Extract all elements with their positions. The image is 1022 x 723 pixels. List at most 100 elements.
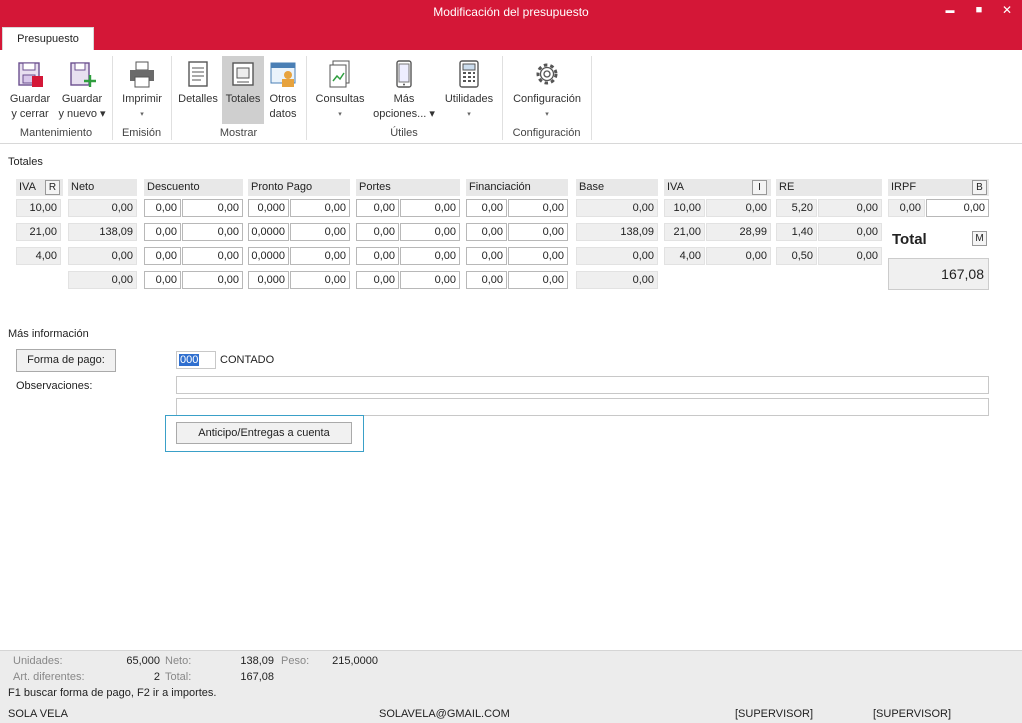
irpf-percent: 0,00 [888,199,925,217]
configuracion-label: Configuración [513,93,581,105]
mas-opciones-button[interactable]: Más opciones... ▾ [370,56,438,124]
financiacion-percent[interactable]: 0,00 [466,223,507,241]
sum-financiacion-value[interactable]: 0,00 [508,271,568,289]
descuento-value[interactable]: 0,00 [182,247,243,265]
sum-financiacion-percent[interactable]: 0,00 [466,271,507,289]
re-percent: 0,50 [776,247,817,265]
maximize-button[interactable]: ■ [969,1,989,19]
sum-descuento-percent[interactable]: 0,00 [144,271,181,289]
header-financiacion: Financiación [466,179,568,196]
re-percent: 5,20 [776,199,817,217]
observaciones-input-2[interactable] [176,398,989,416]
forma-pago-name: CONTADO [220,354,275,366]
portes-percent[interactable]: 0,00 [356,247,399,265]
mobile-icon [389,59,419,89]
group-utiles: Útiles [390,127,418,139]
irpf-value[interactable]: 0,00 [926,199,989,217]
group-configuracion: Configuración [512,127,581,139]
portes-value[interactable]: 0,00 [400,247,460,265]
re-value: 0,00 [818,223,882,241]
pronto-pago-percent[interactable]: 0,000 [248,199,289,217]
role-1: [SUPERVISOR] [735,708,814,720]
sum-descuento-value[interactable]: 0,00 [182,271,243,289]
forma-pago-button[interactable]: Forma de pago: [16,349,116,372]
guardar-cerrar-label-1: Guardar [9,93,51,105]
anticipo-button[interactable]: Anticipo/Entregas a cuenta [176,422,352,444]
guardar-cerrar-button[interactable]: Guardar y cerrar [6,56,54,124]
printer-icon [127,59,157,89]
detalles-label: Detalles [178,93,218,105]
pronto-pago-percent[interactable]: 0,0000 [248,223,289,241]
descuento-value[interactable]: 0,00 [182,199,243,217]
descuento-value[interactable]: 0,00 [182,223,243,241]
sum-pronto-pago-value[interactable]: 0,00 [290,271,350,289]
neto-value: 138,09 [68,223,137,241]
neto-value: 0,00 [68,199,137,217]
tab-presupuesto[interactable]: Presupuesto [2,27,94,51]
financiacion-value[interactable]: 0,00 [508,199,568,217]
query-icon [325,59,355,89]
detalles-button[interactable]: Detalles [176,56,220,124]
group-mantenimiento: Mantenimiento [19,127,93,139]
close-button[interactable]: ✕ [997,1,1017,19]
configuracion-button[interactable]: Configuración ▾ [507,56,587,124]
utilidades-button[interactable]: Utilidades ▾ [440,56,498,124]
sum-pronto-pago-percent[interactable]: 0,000 [248,271,289,289]
neto-value: 0,00 [68,247,137,265]
imprimir-button[interactable]: Imprimir ▾ [118,56,166,124]
financiacion-percent[interactable]: 0,00 [466,247,507,265]
header-descuento: Descuento [144,179,243,196]
iva-i-button[interactable]: I [752,180,767,195]
title-bar: Modificación del presupuesto ▬ ■ ✕ Presu… [0,0,1022,51]
re-value: 0,00 [818,199,882,217]
iva-percent: 21,00 [16,223,61,241]
sum-portes-value[interactable]: 0,00 [400,271,460,289]
descuento-percent[interactable]: 0,00 [144,223,181,241]
portes-percent[interactable]: 0,00 [356,223,399,241]
sum-portes-percent[interactable]: 0,00 [356,271,399,289]
portes-value[interactable]: 0,00 [400,199,460,217]
totales-button[interactable]: Totales [222,56,264,124]
guardar-nuevo-button[interactable]: Guardar y nuevo ▾ [57,56,107,124]
re-percent: 1,40 [776,223,817,241]
mas-opciones-label-1: Más [393,93,415,105]
financiacion-percent[interactable]: 0,00 [466,199,507,217]
pronto-pago-value[interactable]: 0,00 [290,247,350,265]
forma-pago-code-input[interactable]: 000 [176,351,216,369]
peso-value: 215,0000 [332,655,378,667]
observaciones-label: Observaciones: [16,380,93,392]
total-m-button[interactable]: M [972,231,987,246]
header-re: RE [776,179,882,196]
totales-label: Totales [225,93,261,105]
consultas-button[interactable]: Consultas ▾ [312,56,368,124]
totales-title: Totales [8,156,43,168]
consultas-label: Consultas [315,93,365,105]
portes-value[interactable]: 0,00 [400,223,460,241]
descuento-percent[interactable]: 0,00 [144,247,181,265]
save-close-icon [15,59,45,89]
portes-percent[interactable]: 0,00 [356,199,399,217]
total-label: Total [892,231,927,248]
observaciones-input-1[interactable] [176,376,989,394]
financiacion-value[interactable]: 0,00 [508,247,568,265]
imprimir-label: Imprimir [122,93,162,105]
financiacion-value[interactable]: 0,00 [508,223,568,241]
sum-base-value: 0,00 [576,271,658,289]
irpf-b-button[interactable]: B [972,180,987,195]
pronto-pago-percent[interactable]: 0,0000 [248,247,289,265]
unidades-label: Unidades: [13,655,63,667]
mas-opciones-label-2: opciones... ▾ [373,108,435,120]
pronto-pago-value[interactable]: 0,00 [290,223,350,241]
iva-cuota-percent: 10,00 [664,199,705,217]
shortcut-hint: F1 buscar forma de pago, F2 ir a importe… [8,687,217,699]
pronto-pago-value[interactable]: 0,00 [290,199,350,217]
otros-datos-button[interactable]: Otros datos [266,56,300,124]
otros-datos-label-2: datos [269,108,297,120]
art-diferentes-label: Art. diferentes: [13,671,85,683]
minimize-button[interactable]: ▬ [940,1,960,19]
descuento-percent[interactable]: 0,00 [144,199,181,217]
iva-r-button[interactable]: R [45,180,60,195]
details-icon [183,59,213,89]
calculator-icon [454,59,484,89]
group-emision: Emisión [121,127,162,139]
